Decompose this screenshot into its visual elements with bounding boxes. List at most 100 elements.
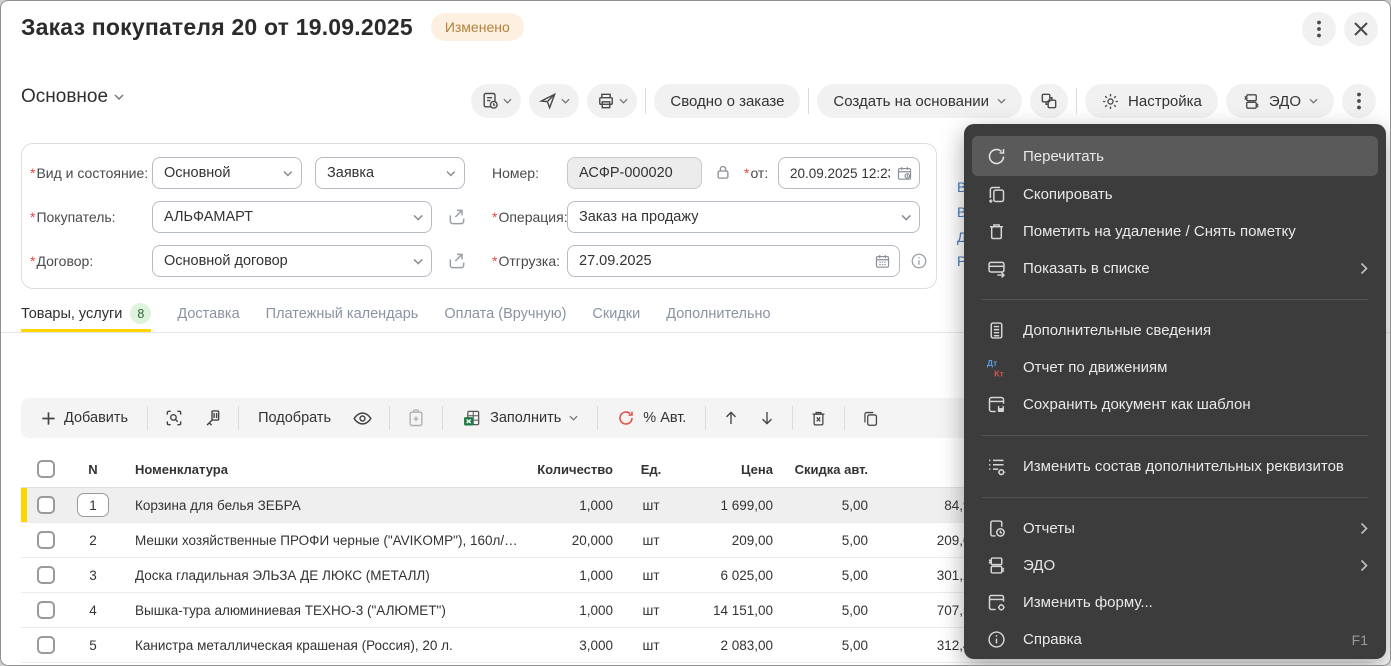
col-price[interactable]: Цена [681, 462, 781, 477]
open-contract-button[interactable] [444, 248, 470, 274]
cell-price[interactable]: 2 083,00 [681, 638, 781, 653]
open-customer-button[interactable] [444, 204, 470, 230]
tab-payment-manual[interactable]: Оплата (Вручную) [444, 300, 566, 332]
tab-delivery[interactable]: Доставка [177, 300, 239, 332]
cell-discount[interactable]: 5,00 [781, 568, 876, 583]
cell-price[interactable]: 6 025,00 [681, 568, 781, 583]
menu-item-reports[interactable]: Отчеты [964, 510, 1386, 547]
col-qty[interactable]: Количество [521, 462, 621, 477]
col-n[interactable]: N [65, 462, 121, 477]
print-button[interactable] [587, 84, 638, 118]
auto-discount-button[interactable]: % Авт. [607, 403, 696, 433]
related-documents-button[interactable] [1030, 84, 1069, 118]
menu-item-help[interactable]: Справка F1 [964, 621, 1386, 658]
print-forms-button[interactable] [471, 84, 522, 118]
paste-button[interactable] [399, 403, 433, 433]
fill-button[interactable]: Заполнить [452, 403, 588, 433]
row-checkbox[interactable] [37, 496, 55, 514]
contract-select-value[interactable] [164, 253, 407, 269]
customer-select-value[interactable] [164, 209, 407, 225]
kind-select-value[interactable] [164, 165, 278, 181]
cell-unit[interactable]: шт [621, 603, 681, 618]
row-checkbox[interactable] [37, 636, 55, 654]
cell-name[interactable]: Корзина для белья ЗЕБРА [121, 498, 521, 513]
calendar-icon[interactable] [874, 253, 891, 270]
cell-price[interactable]: 14 151,00 [681, 603, 781, 618]
cell-qty[interactable]: 3,000 [521, 638, 621, 653]
barcode-scanner-button[interactable] [195, 403, 229, 433]
create-based-on-button[interactable]: Создать на основании [817, 84, 1023, 118]
menu-item-copy[interactable]: Скопировать [964, 176, 1386, 213]
cell-name[interactable]: Вышка-тура алюминиевая ТЕХНО-3 ("АЛЮМЕТ"… [121, 603, 521, 618]
close-button[interactable] [1344, 12, 1378, 46]
menu-item-additional-info[interactable]: Дополнительные сведения [964, 312, 1386, 349]
shipment-date-field[interactable] [567, 245, 900, 277]
cell-qty[interactable]: 1,000 [521, 498, 621, 513]
order-summary-button[interactable]: Сводно о заказе [654, 84, 801, 118]
cell-unit[interactable]: шт [621, 638, 681, 653]
date-field[interactable] [778, 157, 920, 189]
menu-item-reread[interactable]: Перечитать [972, 136, 1378, 176]
cell-discount[interactable]: 5,00 [781, 603, 876, 618]
date-field-value[interactable] [790, 165, 890, 181]
state-select[interactable] [315, 157, 465, 189]
cell-unit[interactable]: шт [621, 533, 681, 548]
operation-select[interactable] [567, 201, 920, 233]
cell-discount[interactable]: 5,00 [781, 498, 876, 513]
menu-item-label: Отчеты [1023, 520, 1075, 537]
cell-price[interactable]: 1 699,00 [681, 498, 781, 513]
tab-payment-calendar[interactable]: Платежный календарь [266, 300, 419, 332]
cell-price[interactable]: 209,00 [681, 533, 781, 548]
menu-item-mark-deletion[interactable]: Пометить на удаление / Снять пометку [964, 213, 1386, 250]
move-up-button[interactable] [715, 403, 747, 433]
number-field[interactable] [567, 157, 702, 189]
row-checkbox[interactable] [37, 566, 55, 584]
settings-button[interactable]: Настройка [1085, 84, 1218, 118]
send-button[interactable] [529, 84, 580, 118]
header-more-button[interactable] [1302, 12, 1336, 46]
operation-select-value[interactable] [579, 209, 895, 225]
cell-name[interactable]: Канистра металлическая крашеная (Россия)… [121, 638, 521, 653]
col-name[interactable]: Номенклатура [121, 462, 521, 477]
menu-item-edo[interactable]: ЭДО [964, 547, 1386, 584]
state-select-value[interactable] [327, 165, 441, 181]
kind-select[interactable] [152, 157, 302, 189]
view-button[interactable] [345, 403, 380, 433]
pick-items-button[interactable]: Подобрать [248, 403, 341, 433]
menu-item-show-in-list[interactable]: Показать в списке [964, 250, 1386, 287]
cell-discount[interactable]: 5,00 [781, 638, 876, 653]
calendar-clock-icon[interactable] [896, 165, 913, 182]
menu-item-edit-form[interactable]: Изменить форму... [964, 584, 1386, 621]
copy-row-button[interactable] [854, 403, 887, 433]
row-checkbox[interactable] [37, 601, 55, 619]
menu-item-save-as-template[interactable]: Сохранить документ как шаблон [964, 386, 1386, 423]
cell-discount[interactable]: 5,00 [781, 533, 876, 548]
contract-select[interactable] [152, 245, 432, 277]
cell-qty[interactable]: 1,000 [521, 568, 621, 583]
info-icon[interactable] [910, 252, 928, 270]
cell-qty[interactable]: 20,000 [521, 533, 621, 548]
cell-qty[interactable]: 1,000 [521, 603, 621, 618]
edo-button[interactable]: ЭДО [1225, 84, 1334, 118]
section-picker[interactable]: Основное [21, 86, 124, 108]
more-actions-button[interactable] [1342, 84, 1376, 118]
menu-item-movements-report[interactable]: Дт Кт Отчет по движениям [964, 349, 1386, 386]
add-row-button[interactable]: Добавить [31, 403, 138, 433]
shipment-date-value[interactable] [579, 253, 868, 269]
delete-row-button[interactable] [802, 403, 835, 433]
cell-unit[interactable]: шт [621, 498, 681, 513]
row-checkbox[interactable] [37, 531, 55, 549]
cell-unit[interactable]: шт [621, 568, 681, 583]
cell-name[interactable]: Мешки хозяйственные ПРОФИ черные ("AVIKO… [121, 533, 521, 548]
select-all-checkbox[interactable] [37, 460, 55, 478]
tab-discounts[interactable]: Скидки [592, 300, 640, 332]
customer-select[interactable] [152, 201, 432, 233]
cell-name[interactable]: Доска гладильная ЭЛЬЗА ДЕ ЛЮКС (МЕТАЛЛ) [121, 568, 521, 583]
scan-search-button[interactable] [157, 403, 191, 433]
tab-goods-services[interactable]: Товары, услуги 8 [21, 300, 152, 332]
col-discount[interactable]: Скидка авт. [781, 462, 876, 477]
menu-item-edit-additional-attributes[interactable]: Изменить состав дополнительных реквизито… [964, 448, 1386, 485]
tab-additional[interactable]: Дополнительно [666, 300, 770, 332]
col-unit[interactable]: Ед. [621, 462, 681, 477]
move-down-button[interactable] [751, 403, 783, 433]
